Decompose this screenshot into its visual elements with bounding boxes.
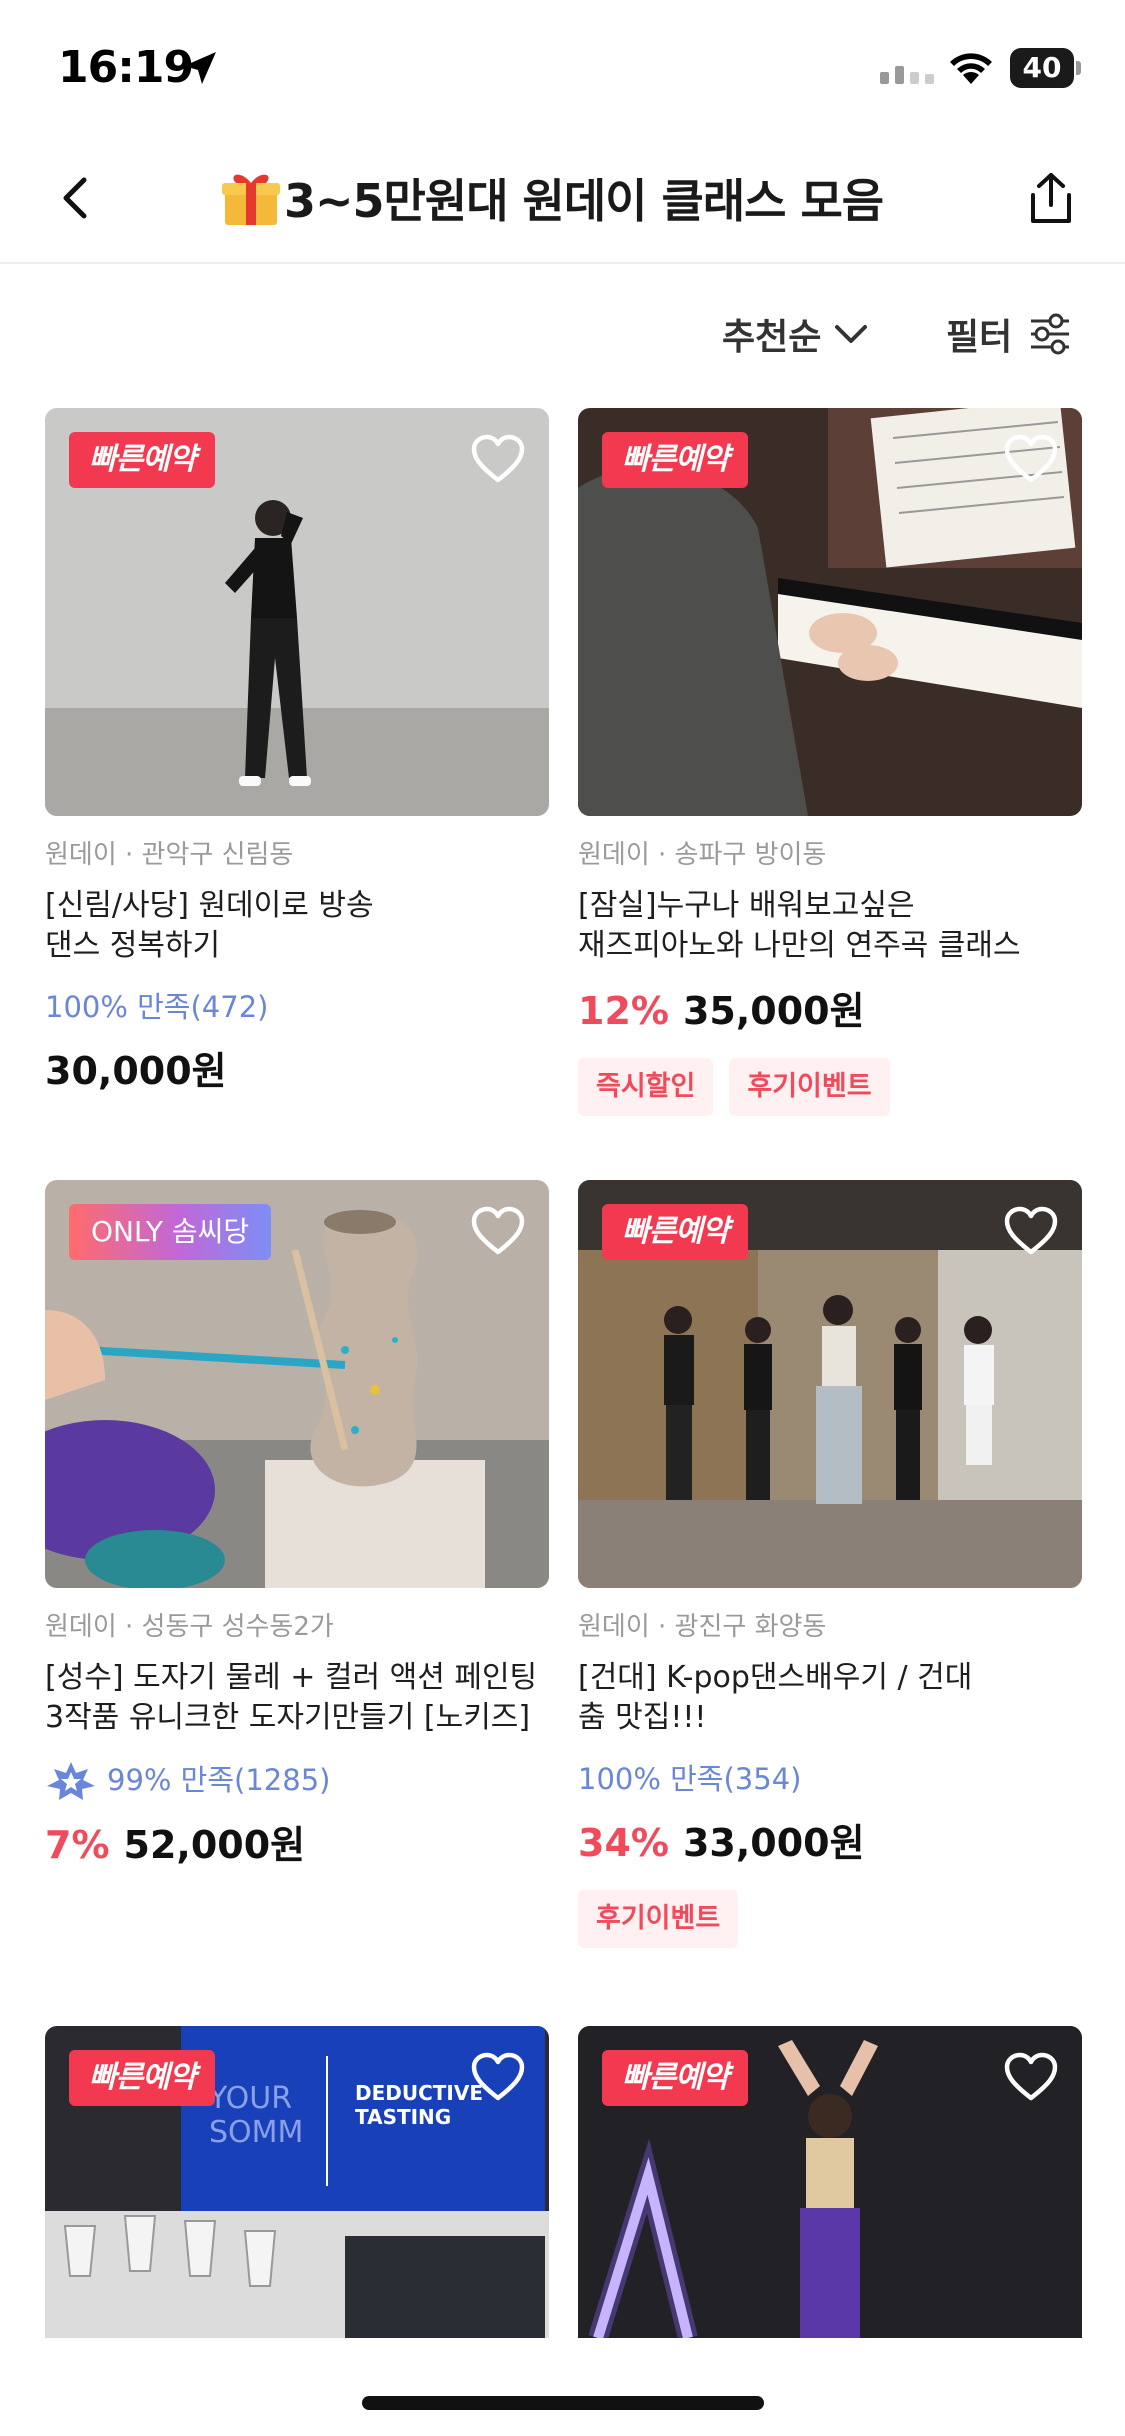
filter-sliders-icon [1031, 313, 1070, 355]
favorite-button[interactable] [998, 2044, 1064, 2110]
svg-text:SOMM: SOMM [209, 2115, 303, 2150]
price: 33,000원 [682, 1821, 865, 1865]
tag-list: 후기이벤트 [578, 1890, 1082, 1948]
satisfaction-text: 99% 만족(1285) [107, 1763, 331, 1797]
class-title-line: [건대] K-pop댄스배우기 / 건대 [578, 1660, 973, 1695]
svg-text:TASTING: TASTING [355, 2105, 451, 2129]
heart-icon [471, 434, 525, 483]
tag-list: 즉시할인 후기이벤트 [578, 1058, 1082, 1116]
cellular-signal-icon [880, 66, 934, 84]
price: 52,000원 [123, 1823, 306, 1867]
class-title-line: [신림/사당] 원데이로 방송 [45, 888, 374, 923]
heart-icon [1004, 434, 1058, 483]
satisfaction-rating: 100% 만족(472) [45, 990, 269, 1024]
class-title-line: 댄스 정복하기 [45, 928, 221, 963]
class-title: [성수] 도자기 물레 + 컬러 액션 페인팅 3작품 유니크한 도자기만들기 … [45, 1658, 549, 1738]
class-title-line: 재즈피아노와 나만의 연주곡 클래스 [578, 928, 1021, 963]
wifi-icon [950, 53, 992, 84]
location-arrow-icon [184, 52, 216, 84]
share-icon [1031, 173, 1071, 223]
filter-label: 필터 [946, 317, 1013, 358]
svg-text:YOUR: YOUR [208, 2081, 292, 2116]
heart-icon [1004, 2052, 1058, 2101]
only-somssidang-badge: ONLY 솜씨당 [69, 1204, 272, 1260]
price: 35,000원 [682, 989, 865, 1033]
favorite-button[interactable] [465, 2044, 531, 2110]
fast-booking-badge: 빠른예약 [69, 432, 216, 488]
class-card[interactable]: 빠른예약 [578, 2026, 1082, 2338]
class-card[interactable]: 빠른예약 원데이 · 송파구 방이동 [잠실]누구나 배워보고싶은 재즈피아노와… [578, 408, 1082, 1116]
favorite-button[interactable] [465, 426, 531, 492]
battery-cap [1076, 61, 1081, 75]
status-bar: 16:19 40 [0, 0, 1125, 132]
class-location: 원데이 · 송파구 방이동 [578, 840, 827, 870]
battery-indicator: 40 [1010, 48, 1081, 88]
class-title: [신림/사당] 원데이로 방송 댄스 정복하기 [45, 886, 549, 966]
class-card[interactable]: YOUR SOMM DEDUCTIVE TASTING 빠른예약 [45, 2026, 549, 2338]
fast-booking-badge: 빠른예약 [602, 432, 749, 488]
heart-icon [471, 1206, 525, 1255]
class-location: 원데이 · 관악구 신림동 [45, 840, 294, 870]
page-title: 3~5만원대 원데이 클래스 모음 [220, 160, 920, 236]
discount-rate: 34% [578, 1821, 669, 1865]
price: 30,000원 [45, 1049, 227, 1093]
sort-label: 추천순 [722, 317, 822, 358]
class-title-line: 3작품 유니크한 도자기만들기 [노키즈] [45, 1700, 531, 1735]
price-row: 7% 52,000원 [45, 1820, 549, 1870]
discount-rate: 7% [45, 1823, 110, 1867]
class-location: 원데이 · 광진구 화양동 [578, 1612, 827, 1642]
class-thumbnail[interactable]: 빠른예약 [578, 2026, 1082, 2338]
class-card[interactable]: ONLY 솜씨당 원데이 · 성동구 성수동2가 [성수] 도자기 물레 + 컬… [45, 1180, 549, 1870]
discount-rate: 12% [578, 989, 669, 1033]
battery-level: 40 [1010, 48, 1074, 88]
star-badge-icon [47, 1762, 95, 1800]
class-location: 원데이 · 성동구 성수동2가 [45, 1612, 334, 1642]
price-row: 12% 35,000원 [578, 986, 1082, 1036]
class-thumbnail[interactable]: ONLY 솜씨당 [45, 1180, 549, 1588]
class-card[interactable]: 빠른예약 원데이 · 광진구 화양동 [건대] K-pop댄스배우기 / 건대 … [578, 1180, 1082, 1948]
satisfaction-rating: 100% 만족(354) [578, 1762, 802, 1796]
share-button[interactable] [1016, 160, 1086, 236]
class-title-line: [성수] 도자기 물레 + 컬러 액션 페인팅 [45, 1660, 538, 1695]
back-button[interactable] [40, 160, 110, 236]
class-title: [건대] K-pop댄스배우기 / 건대 춤 맛집!!! [578, 1658, 1082, 1738]
class-thumbnail[interactable]: 빠른예약 [578, 1180, 1082, 1588]
class-thumbnail[interactable]: 빠른예약 [45, 408, 549, 816]
filter-button[interactable]: 필터 [946, 304, 1072, 364]
class-title-line: 춤 맛집!!! [578, 1700, 707, 1735]
chevron-left-icon [63, 177, 87, 219]
class-title-line: [잠실]누구나 배워보고싶은 [578, 888, 915, 923]
status-time: 16:19 [58, 42, 194, 93]
tag-instant-discount: 즉시할인 [578, 1058, 714, 1116]
favorite-button[interactable] [998, 1198, 1064, 1264]
heart-icon [1004, 1206, 1058, 1255]
class-card[interactable]: 빠른예약 원데이 · 관악구 신림동 [신림/사당] 원데이로 방송 댄스 정복… [45, 408, 549, 1096]
sort-dropdown[interactable]: 추천순 [722, 304, 869, 364]
class-title: [잠실]누구나 배워보고싶은 재즈피아노와 나만의 연주곡 클래스 [578, 886, 1082, 966]
tag-review-event: 후기이벤트 [729, 1058, 890, 1116]
price-row: 30,000원 [45, 1046, 549, 1096]
class-thumbnail[interactable]: 빠른예약 [578, 408, 1082, 816]
favorite-button[interactable] [998, 426, 1064, 492]
svg-text:DEDUCTIVE: DEDUCTIVE [355, 2081, 483, 2105]
gift-icon [222, 174, 280, 225]
heart-icon [471, 2052, 525, 2101]
page-title-text: 3~5만원대 원데이 클래스 모음 [284, 174, 884, 228]
header: 3~5만원대 원데이 클래스 모음 [0, 132, 1125, 264]
price-row: 34% 33,000원 [578, 1818, 1082, 1868]
tag-review-event: 후기이벤트 [578, 1890, 739, 1948]
chevron-down-icon [835, 325, 868, 343]
favorite-button[interactable] [465, 1198, 531, 1264]
fast-booking-badge: 빠른예약 [69, 2050, 216, 2106]
satisfaction-rating: 99% 만족(1285) [45, 1760, 549, 1800]
fast-booking-badge: 빠른예약 [602, 1204, 749, 1260]
class-thumbnail[interactable]: YOUR SOMM DEDUCTIVE TASTING 빠른예약 [45, 2026, 549, 2338]
fast-booking-badge: 빠른예약 [602, 2050, 749, 2106]
home-indicator[interactable] [362, 2396, 764, 2410]
